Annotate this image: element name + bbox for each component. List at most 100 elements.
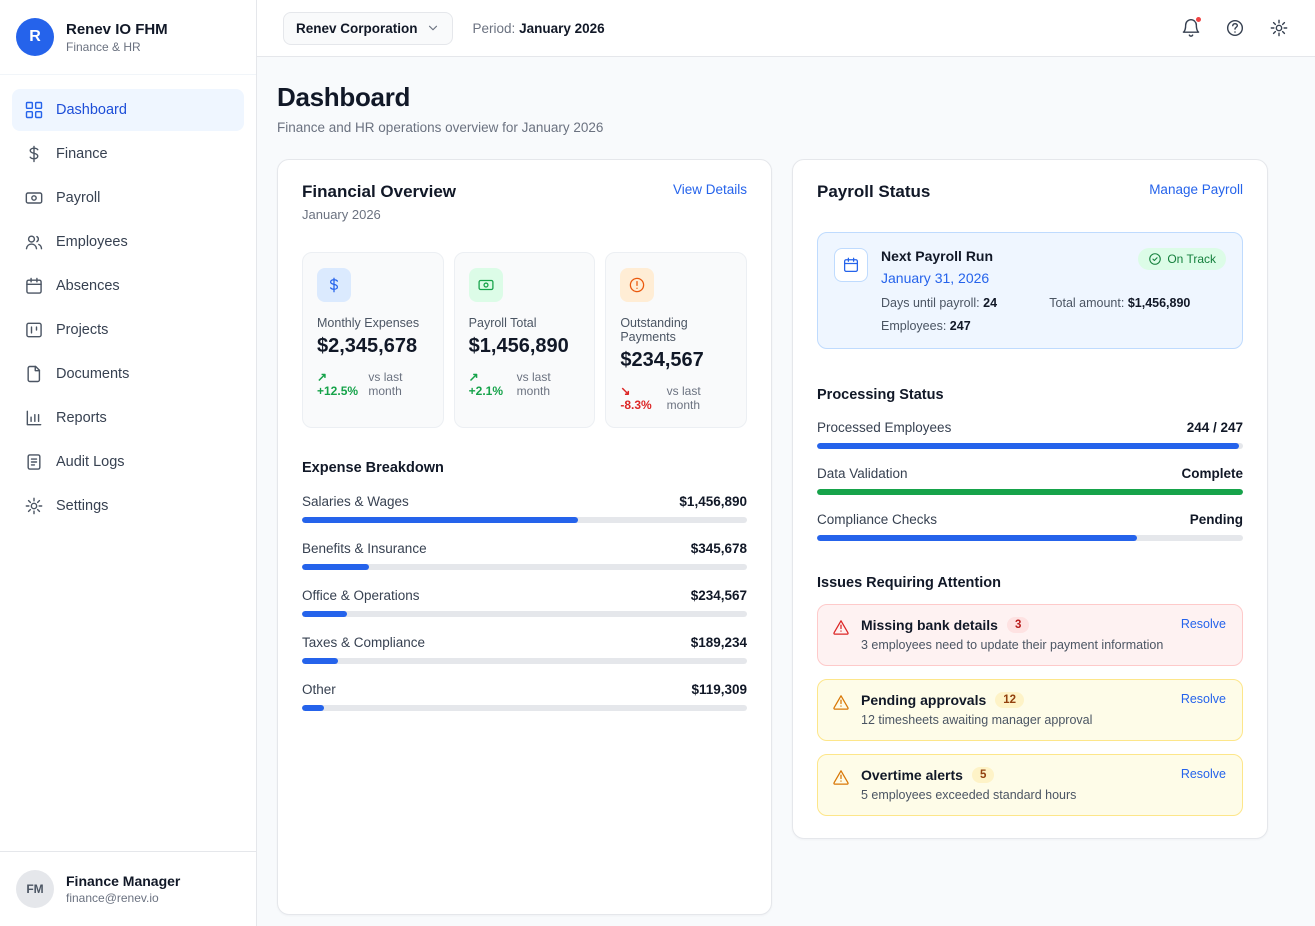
expense-bar (302, 611, 747, 617)
resolve-link[interactable]: Resolve (1181, 767, 1226, 781)
sidebar-item-label: Absences (56, 278, 120, 294)
calendar-icon (26, 277, 42, 294)
sidebar-item-dashboard[interactable]: Dashboard (12, 89, 244, 131)
expense-row: Taxes & Compliance $189,234 (302, 635, 747, 664)
resolve-link[interactable]: Resolve (1181, 617, 1226, 631)
processing-row: Data Validation Complete (817, 466, 1243, 495)
processing-label: Data Validation (817, 466, 908, 481)
sidebar-item-reports[interactable]: Reports (12, 397, 244, 439)
stat-tiles: Monthly Expenses $2,345,678 ↗ +12.5% vs … (302, 252, 747, 428)
sidebar-item-label: Documents (56, 366, 130, 382)
user-name: Finance Manager (66, 873, 181, 889)
sidebar-item-audit-logs[interactable]: Audit Logs (12, 441, 244, 483)
calendar-icon (834, 248, 868, 282)
settings-button[interactable] (1269, 18, 1289, 38)
period-label: Period: (472, 20, 516, 36)
expense-breakdown-title: Expense Breakdown (302, 460, 444, 476)
stat-value: $1,456,890 (468, 335, 569, 357)
stat-monthly-expenses: Monthly Expenses $2,345,678 ↗ +12.5% vs … (302, 252, 444, 428)
issue-title: Missing bank details (861, 617, 998, 633)
next-payroll-date: January 31, 2026 (881, 270, 990, 286)
resolve-link[interactable]: Resolve (1181, 692, 1226, 706)
help-button[interactable] (1225, 18, 1245, 38)
days-until-payroll: Days until payroll: 24 (881, 296, 998, 310)
sidebar-item-label: Settings (56, 498, 109, 514)
bar-chart-icon (26, 410, 42, 426)
help-icon (1226, 19, 1244, 37)
processing-status: Processing Status Processed Employees 24… (817, 387, 1243, 541)
alert-circle-icon (620, 268, 655, 302)
sidebar-item-settings[interactable]: Settings (12, 485, 244, 527)
sidebar-item-absences[interactable]: Absences (12, 265, 244, 307)
issue-overtime-alerts: Overtime alerts 5 5 employees exceeded s… (817, 754, 1243, 816)
app-brand: R Renev IO FHM Finance & HR (0, 0, 256, 75)
warning-triangle-icon (833, 620, 849, 635)
sidebar-item-employees[interactable]: Employees (12, 221, 244, 263)
financial-overview-card: Financial Overview January 2026 View Det… (277, 159, 772, 915)
processing-value: 244 / 247 (1186, 420, 1243, 435)
stat-value: $234,567 (620, 349, 704, 371)
trend-up-icon: ↗ +2.1% (468, 370, 504, 398)
check-circle-icon (1149, 253, 1162, 265)
notification-dot (1195, 16, 1202, 23)
payroll-status-title: Payroll Status (817, 182, 931, 201)
sidebar-item-label: Dashboard (56, 102, 127, 118)
warning-triangle-icon (833, 770, 849, 785)
expense-value: $234,567 (690, 588, 747, 603)
issue-count-badge: 5 (971, 767, 995, 783)
issue-description: 12 timesheets awaiting manager approval (861, 713, 1093, 727)
issue-count-badge: 3 (1006, 617, 1030, 633)
progress-bar (817, 489, 1243, 495)
sidebar-item-finance[interactable]: Finance (12, 133, 244, 175)
stat-label: Monthly Expenses (317, 316, 420, 330)
processing-value: Complete (1181, 466, 1243, 481)
progress-bar (817, 535, 1243, 541)
page-subtitle: Finance and HR operations overview for J… (277, 120, 604, 135)
sidebar-item-projects[interactable]: Projects (12, 309, 244, 351)
expense-label: Salaries & Wages (302, 494, 409, 509)
sidebar-item-label: Audit Logs (56, 454, 125, 470)
expense-breakdown: Expense Breakdown Salaries & Wages $1,45… (302, 460, 747, 711)
topbar: Renev Corporation Period: January 2026 (257, 0, 1315, 57)
stat-label: Outstanding Payments (620, 316, 688, 344)
chevron-down-icon (428, 25, 437, 31)
processing-value: Pending (1189, 512, 1243, 527)
view-details-link[interactable]: View Details (673, 182, 747, 197)
processing-label: Compliance Checks (817, 512, 938, 527)
app-name: Renev IO FHM (66, 20, 168, 38)
projects-icon (26, 322, 42, 338)
expense-row: Benefits & Insurance $345,678 (302, 541, 747, 570)
expense-label: Office & Operations (302, 588, 420, 603)
company-name: Renev Corporation (296, 20, 418, 36)
next-payroll-run-panel: Next Payroll Run January 31, 2026 On Tra… (817, 232, 1243, 349)
user-email: finance@renev.io (66, 891, 159, 905)
manage-payroll-link[interactable]: Manage Payroll (1149, 182, 1243, 197)
trend-note: vs last month (666, 384, 701, 412)
notifications-button[interactable] (1181, 16, 1202, 38)
users-icon (25, 235, 43, 250)
sidebar-item-label: Employees (56, 234, 128, 250)
stat-payroll-total: Payroll Total $1,456,890 ↗ +2.1% vs last… (453, 252, 596, 428)
topbar-actions (1181, 16, 1289, 38)
sidebar-item-label: Projects (56, 322, 109, 338)
issue-title: Pending approvals (861, 692, 987, 708)
banknote-icon (25, 192, 43, 204)
stat-outstanding-payments: Outstanding Payments $234,567 ↘ -8.3% vs… (605, 252, 747, 428)
sidebar-user[interactable]: FM Finance Manager finance@renev.io (0, 851, 256, 926)
sidebar-item-documents[interactable]: Documents (12, 353, 244, 395)
dashboard-icon (25, 101, 43, 119)
gear-icon (25, 497, 43, 515)
trend-note: vs last month (516, 370, 551, 398)
page-title: Dashboard (277, 82, 411, 112)
dollar-icon (29, 145, 39, 163)
issue-missing-bank-details: Missing bank details 3 3 employees need … (817, 604, 1243, 666)
sidebar-item-payroll[interactable]: Payroll (12, 177, 244, 219)
processing-label: Processed Employees (817, 420, 952, 435)
company-selector[interactable]: Renev Corporation (283, 11, 453, 45)
employees-count: Employees: 247 (881, 319, 971, 333)
trend-up-icon: ↗ +12.5% (317, 370, 359, 398)
total-amount: Total amount: $1,456,890 (1049, 296, 1191, 310)
stat-value: $2,345,678 (317, 335, 418, 357)
trend-note: vs last month (368, 370, 403, 398)
sidebar-item-label: Payroll (56, 190, 101, 206)
